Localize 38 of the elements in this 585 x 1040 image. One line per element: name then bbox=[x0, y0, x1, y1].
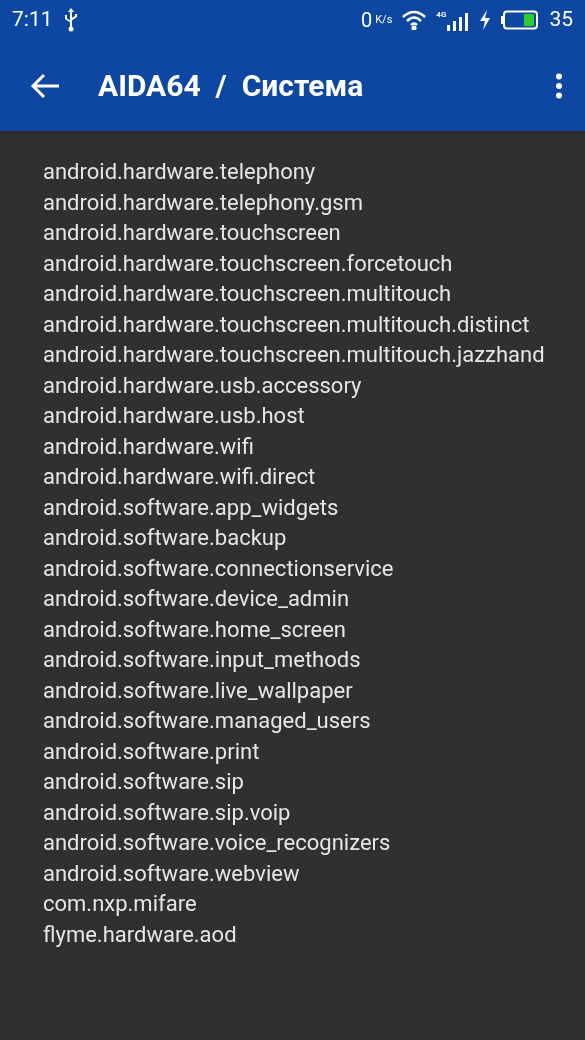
feature-item: android.software.live_wallpaper bbox=[43, 676, 354, 705]
network-type: 4G bbox=[436, 9, 447, 21]
speed-unit: K/s bbox=[375, 11, 393, 28]
feature-item: android.software.managed_users bbox=[43, 707, 372, 735]
feature-item: android.software.app_widgets bbox=[43, 493, 340, 522]
feature-item: android.software.voice_recognizers bbox=[43, 829, 392, 857]
feature-item: android.hardware.touchscreen.multitouch.distinct bbox=[43, 310, 531, 339]
wifi-icon bbox=[402, 10, 427, 30]
feature-item: android.software.connectionservice bbox=[43, 554, 395, 583]
battery-percent: 35 bbox=[549, 6, 573, 34]
feature-item: android.hardware.usb.accessory bbox=[43, 371, 363, 400]
feature-item: android.hardware.touchscreen.multitouch bbox=[43, 280, 453, 308]
usb-icon bbox=[62, 8, 79, 32]
feature-item: android.hardware.touchscreen.forcetouch bbox=[43, 249, 454, 278]
feature-item: android.software.home_screen bbox=[43, 615, 347, 644]
charging-icon bbox=[479, 10, 492, 30]
feature-item: android.hardware.touchscreen.multitouch.jazzhand bbox=[43, 341, 546, 369]
speed-value: 0 bbox=[360, 7, 373, 34]
feature-item: android.software.webview bbox=[43, 859, 301, 888]
feature-item: android.hardware.touchscreen bbox=[43, 219, 342, 247]
feature-item: android.software.sip bbox=[43, 768, 245, 796]
feature-item: android.hardware.usb.host bbox=[43, 402, 306, 430]
back-arrow-icon[interactable] bbox=[30, 72, 60, 99]
feature-item: flyme.hardware.aod bbox=[43, 920, 238, 949]
feature-item: android.software.sip.voip bbox=[43, 798, 292, 827]
more-menu-icon[interactable] bbox=[555, 72, 563, 99]
feature-item: com.nxp.mifare bbox=[43, 890, 198, 918]
app-title: AIDA64 / Система bbox=[98, 67, 364, 105]
feature-item: android.hardware.wifi bbox=[43, 432, 255, 461]
status-time: 7:11 bbox=[12, 6, 53, 34]
feature-item: android.software.device_admin bbox=[43, 585, 351, 613]
feature-item: android.hardware.wifi.direct bbox=[43, 463, 317, 491]
feature-item: android.hardware.telephony bbox=[43, 158, 317, 186]
feature-item: android.software.print bbox=[43, 737, 261, 766]
feature-item: android.software.input_methods bbox=[43, 646, 362, 674]
feature-item: android.software.backup bbox=[43, 524, 288, 552]
battery-icon bbox=[501, 10, 540, 30]
feature-item: android.hardware.telephony.gsm bbox=[43, 188, 364, 217]
